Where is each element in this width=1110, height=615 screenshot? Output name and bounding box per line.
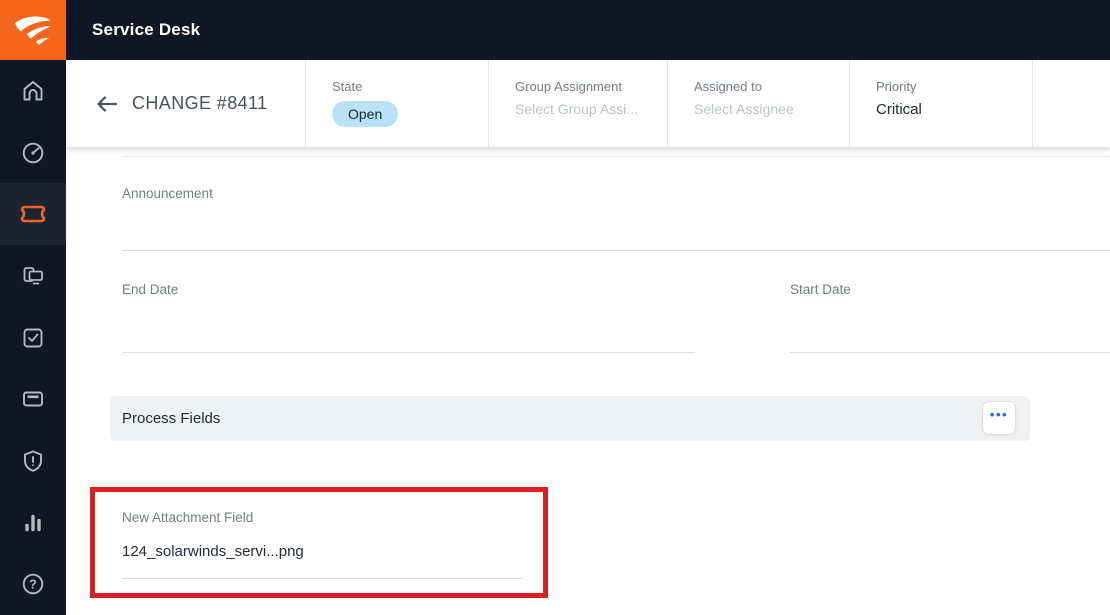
devices-icon [23, 266, 43, 285]
back-button[interactable] [92, 89, 122, 119]
state-label: State [332, 79, 363, 94]
end-date-input-underline[interactable] [122, 352, 695, 353]
assigned-to-placeholder[interactable]: Select Assignee [694, 101, 839, 117]
priority-label: Priority [876, 79, 917, 94]
new-attachment-label: New Attachment Field [122, 510, 254, 525]
start-date-input-underline[interactable] [790, 352, 1110, 353]
app-title: Service Desk [92, 20, 201, 39]
ticket-icon [20, 205, 46, 223]
attachment-file-link[interactable]: 124_solarwinds_servi...png [122, 543, 304, 560]
page-title: CHANGE #8411 [132, 93, 268, 113]
end-date-label: End Date [122, 282, 179, 297]
priority-value[interactable]: Critical [876, 101, 1022, 118]
sidebar-item-tickets[interactable] [0, 183, 66, 246]
attachment-input-underline[interactable] [122, 578, 523, 579]
record-title-cell: CHANGE #8411 [66, 60, 305, 147]
tasks-checkbox-icon [23, 328, 43, 347]
assigned-to-field[interactable]: Assigned to Select Assignee [667, 60, 849, 147]
state-badge[interactable]: Open [332, 101, 399, 127]
sidebar-item-risks[interactable] [0, 430, 66, 492]
process-fields-menu-button[interactable]: ••• [982, 401, 1016, 435]
group-assignment-placeholder[interactable]: Select Group Assi... [515, 101, 657, 117]
shield-alert-icon [24, 450, 42, 472]
ellipsis-icon: ••• [989, 407, 1009, 422]
sidebar-item-tasks[interactable] [0, 307, 66, 369]
sidebar-item-assets[interactable] [0, 245, 66, 307]
scrolled-field-divider [122, 156, 1110, 157]
record-header: CHANGE #8411 State Open Group Assignment… [66, 60, 1110, 147]
solarwinds-logo[interactable] [0, 0, 66, 60]
home-icon [23, 80, 43, 101]
process-fields-title: Process Fields [122, 410, 221, 427]
svg-text:?: ? [29, 578, 37, 592]
help-icon: ? [22, 573, 44, 595]
priority-field[interactable]: Priority Critical [849, 60, 1032, 147]
card-icon [23, 391, 43, 407]
sidebar-item-home[interactable] [0, 60, 66, 122]
solarwinds-swirl-icon [15, 16, 51, 45]
header-spacer [1032, 60, 1110, 147]
change-detail-page: CHANGE #8411 State Open Group Assignment… [66, 60, 1110, 615]
sidebar-nav: ? [0, 60, 66, 615]
group-assignment-label: Group Assignment [515, 79, 622, 94]
group-assignment-field[interactable]: Group Assignment Select Group Assi... [488, 60, 667, 147]
bar-chart-icon [25, 514, 41, 531]
assigned-to-label: Assigned to [694, 79, 762, 94]
process-fields-section-header: Process Fields ••• [110, 396, 1030, 441]
state-field[interactable]: State Open [305, 60, 488, 147]
sidebar-item-help[interactable]: ? [0, 553, 66, 615]
sidebar-item-purchasing[interactable] [0, 368, 66, 430]
top-bar: Service Desk [0, 0, 1110, 60]
sidebar-item-reports[interactable] [0, 492, 66, 554]
service-desk-screen: Service Desk ? CHANGE #8411 State Open G… [0, 0, 1110, 615]
announcement-label: Announcement [122, 186, 213, 201]
start-date-label: Start Date [790, 282, 851, 297]
dashboard-gauge-icon [22, 142, 44, 163]
announcement-input-underline[interactable] [122, 250, 1110, 251]
sidebar-item-dashboard[interactable] [0, 122, 66, 184]
back-arrow-icon [97, 95, 118, 112]
